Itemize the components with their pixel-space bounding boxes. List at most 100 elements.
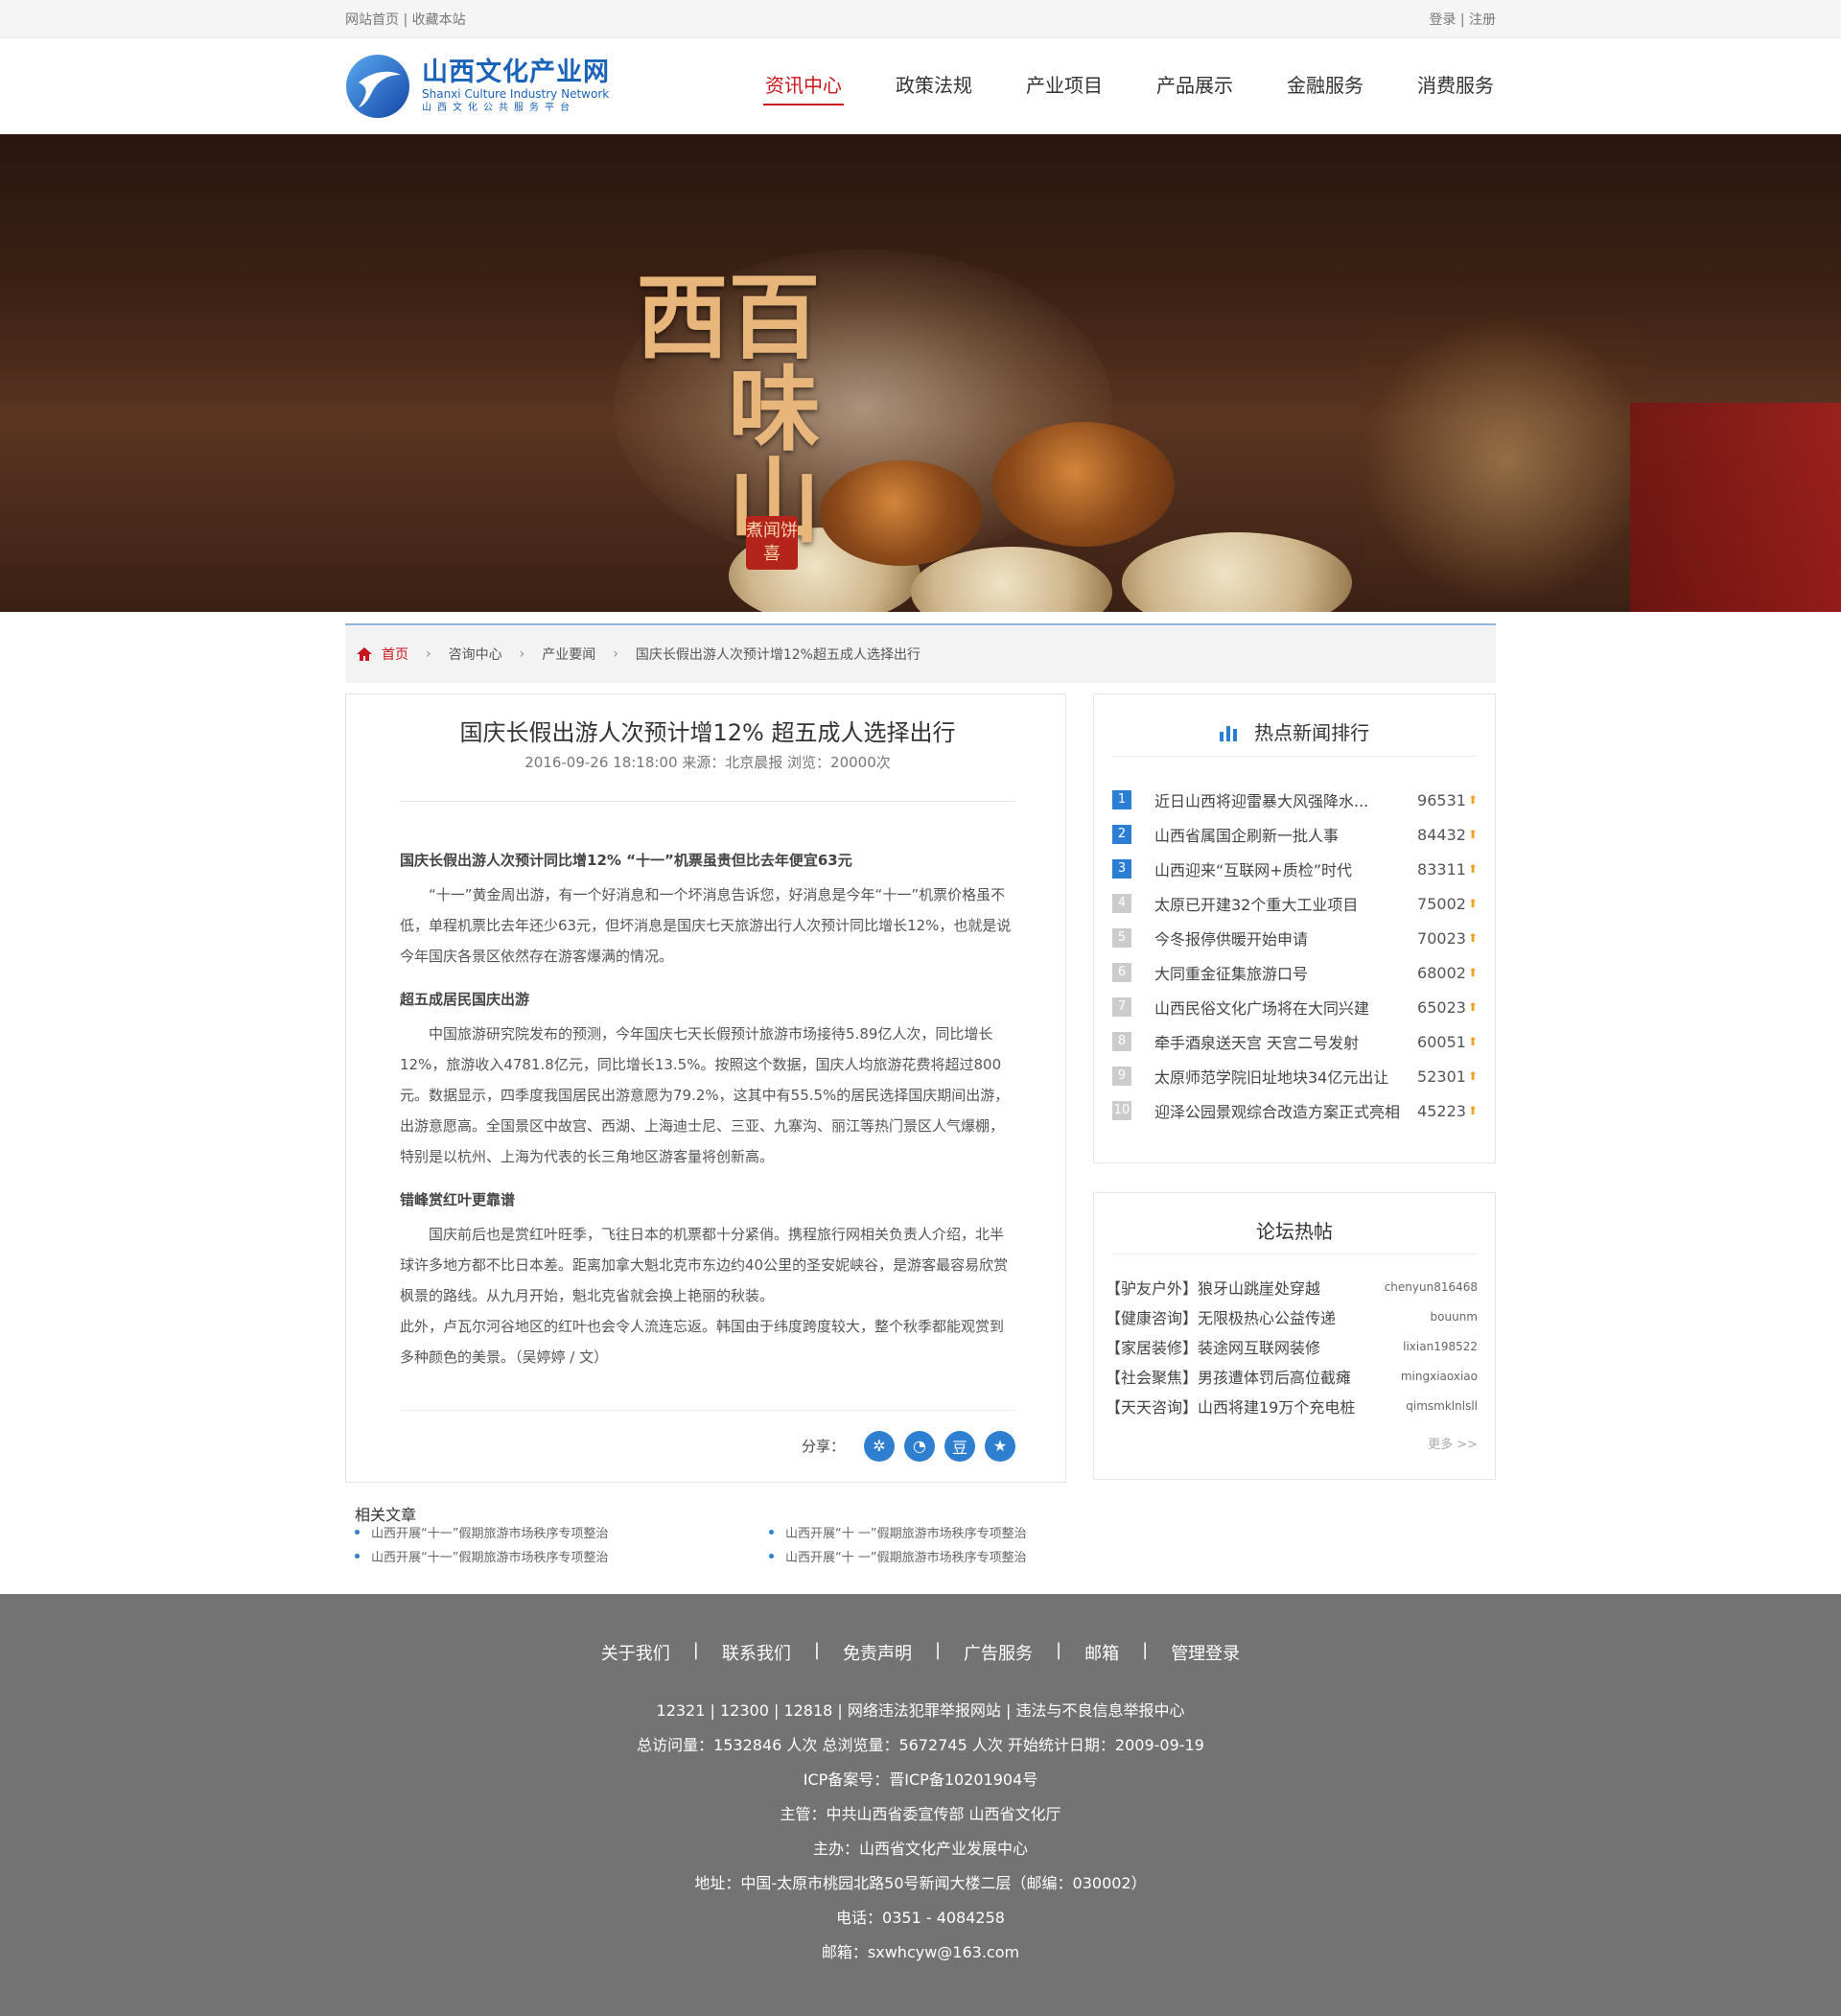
share-label: 分享： — [801, 1438, 845, 1455]
list-item[interactable]: 4 太原已开建32个重大工业项目 75002 ⬆ — [1112, 886, 1478, 921]
list-item[interactable]: 9 太原师范学院旧址地块34亿元出让 52301 ⬆ — [1112, 1059, 1478, 1093]
footer-line: 电话：0351 - 4084258 — [836, 1909, 1005, 1927]
bar-chart-icon — [1219, 723, 1241, 746]
footer-link-admin[interactable]: 管理登录 — [1148, 1640, 1263, 1665]
section-heading: 超五成居民国庆出游 — [400, 991, 530, 1008]
breadcrumb-home[interactable]: 首页 — [357, 645, 408, 664]
news-title[interactable]: 山西民俗文化广场将在大同兴建 — [1154, 996, 1417, 1019]
news-title[interactable]: 山西省属国企刷新一批人事 — [1154, 823, 1417, 846]
footer-line: 邮箱：sxwhcyw@163.com — [821, 1943, 1020, 1961]
news-title[interactable]: 迎泽公园景观综合改造方案正式亮相 — [1154, 1099, 1417, 1122]
forum-post-title[interactable]: 【健康咨询】无限极热心公益传递 — [1106, 1305, 1336, 1328]
news-title[interactable]: 山西迎来“互联网+质检”时代 — [1154, 857, 1417, 880]
banner-cake-cut — [820, 460, 983, 566]
list-item[interactable]: 3 山西迎来“互联网+质检”时代 83311 ⬆ — [1112, 852, 1478, 886]
arrow-up-icon: ⬆ — [1467, 966, 1478, 979]
related-item[interactable]: 山西开展“十一”假期旅游市场秩序专项整治 — [355, 1523, 769, 1541]
arrow-up-icon: ⬆ — [1467, 793, 1478, 807]
logo-en: Shanxi Culture Industry Network — [422, 87, 610, 101]
footer-link-ads[interactable]: 广告服务 — [941, 1640, 1056, 1665]
news-title[interactable]: 近日山西将迎雷暴大风强降水... — [1154, 788, 1417, 811]
rank-badge: 9 — [1112, 1067, 1131, 1086]
list-item[interactable]: 10 迎泽公园景观综合改造方案正式亮相 45223 ⬆ — [1112, 1093, 1478, 1128]
related-item[interactable]: 山西开展“十 一”假期旅游市场秩序专项整治 — [769, 1547, 1183, 1565]
section-heading: 国庆长假出游人次预计同比增12% “十一”机票虽贵但比去年便宜63元 — [400, 852, 852, 869]
nav-finance[interactable]: 金融服务 — [1285, 67, 1365, 105]
related-title: 相关文章 — [355, 1506, 417, 1524]
view-count: 65023 — [1417, 997, 1466, 1017]
list-item[interactable]: 5 今冬报停供暖开始申请 70023 ⬆ — [1112, 921, 1478, 955]
news-title[interactable]: 大同重金征集旅游口号 — [1154, 961, 1417, 984]
breadcrumb-item[interactable]: 咨询中心 — [449, 645, 502, 664]
forum-post-title[interactable]: 【驴友户外】狼牙山跳崖处穿越 — [1106, 1276, 1320, 1299]
list-item[interactable]: 【社会聚焦】男孩遭体罚后高位截瘫 mingxiaoxiao — [1106, 1361, 1478, 1391]
breadcrumb-item[interactable]: 产业要闻 — [542, 645, 595, 664]
news-title[interactable]: 太原已开建32个重大工业项目 — [1154, 892, 1417, 915]
footer-link-about[interactable]: 关于我们 — [578, 1640, 693, 1665]
footer-link-mail[interactable]: 邮箱 — [1061, 1640, 1142, 1665]
forum-user: qimsmklnlsll — [1406, 1398, 1478, 1413]
banner-gift-box — [1630, 403, 1841, 612]
news-title[interactable]: 太原师范学院旧址地块34亿元出让 — [1154, 1065, 1417, 1088]
top-left-links[interactable]: 网站首页 | 收藏本站 — [345, 10, 466, 29]
related-item[interactable]: 山西开展“十一”假期旅游市场秩序专项整治 — [355, 1547, 769, 1565]
logo-cn: 山西文化产业网 — [422, 58, 610, 87]
banner-jar — [1362, 316, 1649, 604]
footer-line: 总访问量：1532846 人次 总浏览量：5672745 人次 开始统计日期：2… — [637, 1736, 1204, 1754]
list-item[interactable]: 2 山西省属国企刷新一批人事 84432 ⬆ — [1112, 817, 1478, 852]
main-nav: 资讯中心 政策法规 产业项目 产品展示 金融服务 消费服务 — [713, 67, 1496, 105]
rank-badge: 1 — [1112, 790, 1131, 809]
more-link[interactable]: 更多 >> — [1094, 1434, 1495, 1452]
weibo-icon[interactable]: ✲ — [864, 1430, 895, 1462]
list-item[interactable]: 【驴友户外】狼牙山跳崖处穿越 chenyun816468 — [1106, 1272, 1478, 1301]
nav-projects[interactable]: 产业项目 — [1024, 67, 1105, 105]
list-item[interactable]: 【天天咨询】山西将建19万个充电桩 qimsmklnlsll — [1106, 1391, 1478, 1420]
arrow-up-icon: ⬆ — [1467, 1104, 1478, 1117]
divider — [400, 801, 1015, 802]
news-title[interactable]: 牵手酒泉送天宫 天宫二号发射 — [1154, 1030, 1417, 1053]
list-item[interactable]: 1 近日山西将迎雷暴大风强降水... 96531 ⬆ — [1112, 783, 1478, 817]
forum-post-title[interactable]: 【社会聚焦】男孩遭体罚后高位截瘫 — [1106, 1365, 1351, 1388]
douban-icon[interactable]: 豆 — [944, 1430, 975, 1462]
forum-post-title[interactable]: 【家居装修】装途网互联网装修 — [1106, 1335, 1320, 1358]
nav-consumer[interactable]: 消费服务 — [1415, 67, 1496, 105]
list-item[interactable]: 8 牵手酒泉送天宫 天宫二号发射 60051 ⬆ — [1112, 1024, 1478, 1059]
nav-news[interactable]: 资讯中心 — [763, 67, 844, 105]
list-item[interactable]: 6 大同重金征集旅游口号 68002 ⬆ — [1112, 955, 1478, 990]
arrow-up-icon: ⬆ — [1467, 1035, 1478, 1048]
list-item[interactable]: 【家居装修】装途网互联网装修 lixian198522 — [1106, 1331, 1478, 1361]
news-title[interactable]: 今冬报停供暖开始申请 — [1154, 926, 1417, 949]
view-count: 83311 — [1417, 859, 1466, 879]
rank-badge: 5 — [1112, 928, 1131, 948]
hero-banner[interactable]: 百味山西 煮闻饼喜 — [0, 134, 1841, 612]
rank-badge: 3 — [1112, 859, 1131, 879]
nav-products[interactable]: 产品展示 — [1154, 67, 1235, 105]
chevron-right-icon: › — [519, 646, 525, 662]
list-item[interactable]: 7 山西民俗文化广场将在大同兴建 65023 ⬆ — [1112, 990, 1478, 1024]
share-bar: 分享： ✲ ◔ 豆 ★ — [400, 1410, 1015, 1467]
section-heading: 错峰赏红叶更靠谱 — [400, 1191, 516, 1208]
list-item[interactable]: 【健康咨询】无限极热心公益传递 bouunm — [1106, 1301, 1478, 1331]
qzone-icon[interactable]: ★ — [985, 1430, 1015, 1462]
view-count: 52301 — [1417, 1067, 1466, 1086]
view-count: 68002 — [1417, 963, 1466, 982]
chevron-right-icon: › — [613, 646, 618, 662]
top-right-links[interactable]: 登录 | 注册 — [1429, 10, 1496, 29]
footer-line: 主管：中共山西省委宣传部 山西省文化厅 — [780, 1805, 1061, 1823]
related-item[interactable]: 山西开展“十 一”假期旅游市场秩序专项整治 — [769, 1523, 1183, 1541]
article-paragraph: “十一”黄金周出游，有一个好消息和一个坏消息告诉您，好消息是今年“十一”机票价格… — [400, 886, 1012, 965]
footer-link-disclaimer[interactable]: 免责声明 — [820, 1640, 935, 1665]
nav-policy[interactable]: 政策法规 — [894, 67, 974, 105]
forum-panel: 论坛热帖 【驴友户外】狼牙山跳崖处穿越 chenyun816468 【健康咨询】无… — [1093, 1192, 1496, 1480]
footer-link-contact[interactable]: 联系我们 — [699, 1640, 814, 1665]
site-logo[interactable]: 山西文化产业网 Shanxi Culture Industry Network … — [345, 54, 610, 119]
forum-user: chenyun816468 — [1384, 1279, 1478, 1294]
footer-links: 关于我们 | 联系我们 | 免责声明 | 广告服务 | 邮箱 | 管理登录 — [0, 1640, 1841, 1665]
article-paragraph: 国庆前后也是赏红叶旺季，飞往日本的机票都十分紧俏。携程旅行网相关负责人介绍，北半… — [400, 1226, 1009, 1304]
forum-post-title[interactable]: 【天天咨询】山西将建19万个充电桩 — [1106, 1395, 1355, 1418]
wechat-icon[interactable]: ◔ — [904, 1430, 935, 1462]
footer-line: 地址：中国-太原市桃园北路50号新闻大楼二层（邮编：030002） — [694, 1874, 1147, 1892]
banner-cake — [1122, 532, 1352, 612]
article-panel: 国庆长假出游人次预计增12% 超五成人选择出行 2016-09-26 18:18… — [345, 693, 1066, 1483]
article-paragraph: 此外，卢瓦尔河谷地区的红叶也会令人流连忘返。韩国由于纬度跨度较大，整个秋季都能观… — [400, 1318, 1005, 1366]
